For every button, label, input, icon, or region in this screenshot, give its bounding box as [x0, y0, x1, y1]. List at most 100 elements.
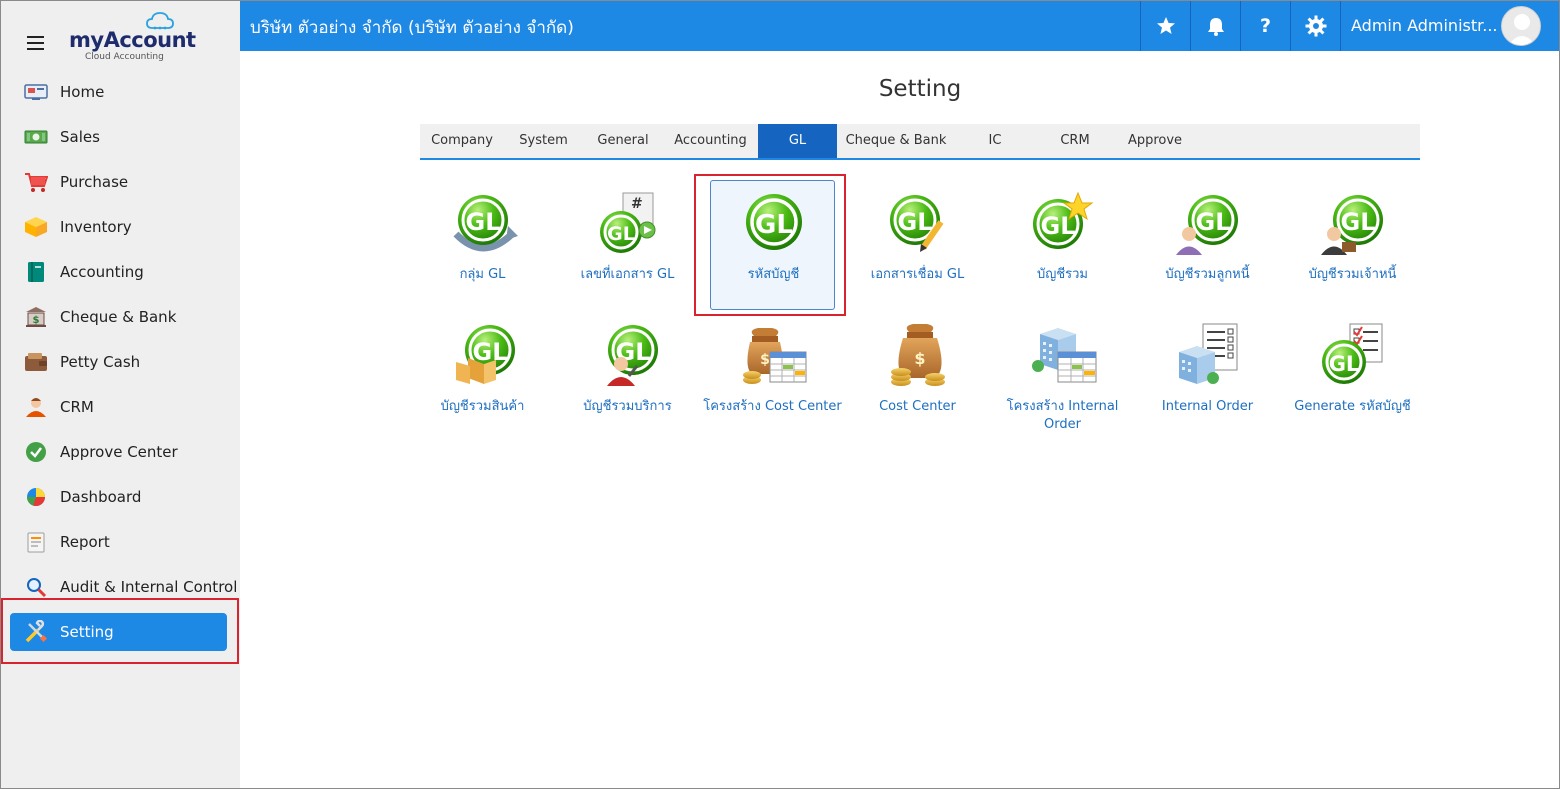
favorites-button[interactable] [1140, 0, 1190, 51]
page-title: Setting [878, 76, 962, 102]
tab-cheque-bank[interactable]: Cheque & Bank [837, 124, 955, 158]
cart-icon [24, 171, 48, 193]
gl-creditor-icon: GL [1290, 192, 1415, 272]
tile-label: Cost Center [879, 399, 956, 414]
svg-text:$: $ [914, 349, 925, 368]
sidebar-item-petty-cash[interactable]: Petty Cash [0, 339, 240, 384]
tab-gl[interactable]: GL [758, 124, 837, 158]
tile-label: โครงสร้าง Internal Order [1006, 399, 1119, 432]
settings-tabs: Company System General Accounting GL Che… [420, 124, 1420, 160]
user-menu[interactable]: Admin Administr... [1340, 0, 1560, 51]
svg-text:GL: GL [607, 223, 635, 245]
tile-label: โครงสร้าง Cost Center [703, 399, 842, 414]
tile-generate-account-code[interactable]: GL Generate รหัสบัญชี [1290, 318, 1415, 448]
sidebar-item-label: CRM [60, 397, 94, 416]
svg-text:GL: GL [1328, 352, 1359, 376]
magnifier-icon [24, 576, 48, 598]
hamburger-menu-icon[interactable] [27, 36, 44, 50]
tab-general[interactable]: General [583, 124, 663, 158]
company-name[interactable]: บริษัท ตัวอย่าง จำกัด (บริษัท ตัวอย่าง จ… [250, 14, 574, 41]
sidebar-item-label: Dashboard [60, 487, 142, 506]
tile-service-control-account[interactable]: GL บัญชีรวมบริการ [565, 318, 690, 448]
tile-cost-center-structure[interactable]: $ โครงสร้าง Cost Center [703, 318, 842, 448]
sidebar-item-home[interactable]: Home [0, 69, 240, 114]
sidebar-item-label: Petty Cash [60, 352, 141, 371]
home-icon [24, 81, 48, 103]
gl-control-account-icon: GL [1000, 192, 1125, 272]
notifications-button[interactable] [1190, 0, 1240, 51]
tab-company[interactable]: Company [420, 124, 504, 158]
sidebar-item-label: Report [60, 532, 110, 551]
svg-text:$: $ [760, 352, 770, 368]
svg-text:#: # [631, 196, 643, 212]
tile-inventory-control-account[interactable]: GL บัญชีรวมสินค้า [420, 318, 545, 448]
tile-gl-group[interactable]: GL กลุ่ม GL [420, 180, 545, 310]
cost-center-structure-icon: $ [710, 322, 835, 402]
account-code-highlight-box [694, 174, 846, 316]
tile-label: บัญชีรวมบริการ [583, 399, 672, 414]
bank-icon: $ [24, 306, 48, 328]
sidebar-item-crm[interactable]: CRM [0, 384, 240, 429]
sidebar-item-dashboard[interactable]: Dashboard [0, 474, 240, 519]
tile-label: บัญชีรวมสินค้า [440, 399, 525, 414]
box-icon [24, 216, 48, 238]
tools-icon [24, 619, 48, 643]
tile-label: บัญชีรวมลูกหนี้ [1165, 267, 1250, 282]
wallet-icon [24, 351, 48, 373]
tile-debtor-control-account[interactable]: GL บัญชีรวมลูกหนี้ [1145, 180, 1270, 310]
tab-crm[interactable]: CRM [1035, 124, 1115, 158]
sidebar-item-purchase[interactable]: Purchase [0, 159, 240, 204]
user-avatar-icon [1508, 14, 1536, 45]
tile-cost-center[interactable]: $ Cost Center [855, 318, 980, 448]
generate-account-icon: GL [1290, 322, 1415, 402]
svg-text:GL: GL [1195, 208, 1230, 236]
sidebar-item-approve-center[interactable]: Approve Center [0, 429, 240, 474]
brand: myAccount Cloud Accounting [0, 0, 240, 72]
tile-label: บัญชีรวมเจ้าหนี้ [1308, 267, 1397, 282]
sidebar-item-label: Accounting [60, 262, 144, 281]
tile-internal-order-structure[interactable]: โครงสร้าง Internal Order [1000, 318, 1125, 448]
svg-text:GL: GL [465, 208, 500, 236]
topbar: บริษัท ตัวอย่าง จำกัด (บริษัท ตัวอย่าง จ… [240, 0, 1560, 51]
sidebar-item-report[interactable]: Report [0, 519, 240, 564]
gl-debtor-icon: GL [1145, 192, 1270, 272]
gl-group-icon: GL [420, 192, 545, 272]
logo[interactable]: myAccount Cloud Accounting [68, 12, 196, 64]
sidebar-item-inventory[interactable]: Inventory [0, 204, 240, 249]
settings-button[interactable] [1290, 0, 1340, 51]
svg-text:GL: GL [1340, 208, 1375, 236]
check-icon [24, 441, 48, 463]
tile-label: เลขที่เอกสาร GL [580, 267, 675, 282]
sidebar-item-label: Sales [60, 127, 100, 146]
sidebar-item-label: Home [60, 82, 105, 101]
sidebar-item-label: Setting [60, 622, 114, 641]
sidebar-item-accounting[interactable]: Accounting [0, 249, 240, 294]
gl-link-doc-icon: GL [855, 192, 980, 272]
internal-order-icon [1145, 322, 1270, 402]
tab-accounting[interactable]: Accounting [663, 124, 758, 158]
tile-gl-link-document[interactable]: GL เอกสารเชื่อม GL [855, 180, 980, 310]
sidebar-item-label: Approve Center [60, 442, 178, 461]
tile-gl-document-number[interactable]: # GL เลขที่เอกสาร GL [565, 180, 690, 310]
avatar[interactable] [1501, 6, 1541, 46]
tile-internal-order[interactable]: Internal Order [1145, 318, 1270, 448]
sidebar-item-label: Cheque & Bank [60, 307, 177, 326]
logo-tagline: Cloud Accounting [85, 52, 164, 62]
tab-system[interactable]: System [504, 124, 583, 158]
crm-icon [24, 396, 48, 418]
help-button[interactable]: ? [1240, 0, 1290, 51]
tile-creditor-control-account[interactable]: GL บัญชีรวมเจ้าหนี้ [1290, 180, 1415, 310]
bell-icon [1207, 17, 1224, 36]
sidebar-item-sales[interactable]: Sales [0, 114, 240, 159]
tab-approve[interactable]: Approve [1115, 124, 1195, 158]
tile-control-account[interactable]: GL บัญชีรวม [1000, 180, 1125, 310]
gear-icon [1305, 15, 1326, 36]
sidebar-item-cheque-bank[interactable]: $ Cheque & Bank [0, 294, 240, 339]
sidebar-item-label: Audit & Internal Control [60, 577, 238, 596]
sidebar: myAccount Cloud Accounting Home Sales Pu… [0, 0, 240, 789]
tab-ic[interactable]: IC [955, 124, 1035, 158]
gl-inventory-icon: GL [420, 322, 545, 402]
tile-label: Internal Order [1161, 399, 1254, 414]
user-name: Admin Administr... [1351, 16, 1498, 35]
sales-icon [24, 126, 48, 148]
